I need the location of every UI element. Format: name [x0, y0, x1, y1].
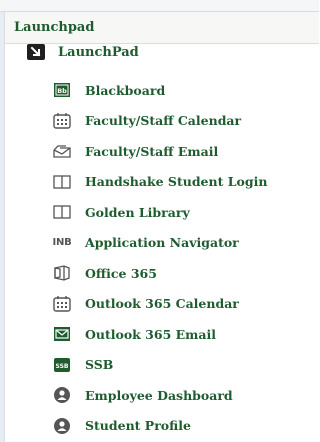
- calendar-icon: [52, 112, 72, 130]
- launchpad-root-link[interactable]: LaunchPad: [26, 40, 139, 64]
- svg-text:Bb: Bb: [57, 87, 67, 95]
- item-label: Employee Dashboard: [85, 387, 233, 403]
- item-label: Handshake Student Login: [85, 174, 268, 190]
- launchpad-item-office-365[interactable]: Office 365: [52, 258, 267, 289]
- office-icon: [52, 264, 72, 282]
- user-circle-icon: [52, 386, 72, 404]
- top-strip: [0, 0, 319, 12]
- launchpad-item-blackboard[interactable]: Bb Blackboard: [52, 75, 267, 106]
- item-label: Faculty/Staff Calendar: [85, 113, 242, 129]
- launchpad-item-outlook-365-email[interactable]: Outlook 365 Email: [52, 319, 267, 350]
- launchpad-item-faculty-staff-email[interactable]: Faculty/Staff Email: [52, 136, 267, 167]
- item-label: Golden Library: [85, 204, 190, 220]
- item-label: Application Navigator: [85, 235, 239, 251]
- ssb-icon: SSB: [52, 356, 72, 374]
- launchpad-root-label: LaunchPad: [58, 44, 139, 60]
- launchpad-item-student-profile[interactable]: Student Profile: [52, 411, 267, 442]
- launchpad-item-golden-library[interactable]: Golden Library: [52, 197, 267, 228]
- item-label: Student Profile: [85, 418, 191, 434]
- calendar-icon: [52, 295, 72, 313]
- item-label: SSB: [85, 357, 114, 373]
- item-label: Outlook 365 Calendar: [85, 296, 239, 312]
- item-label: Office 365: [85, 265, 157, 281]
- launchpad-items: Bb Blackboard Faculty/Staff Calendar Fac…: [52, 75, 267, 441]
- inb-icon: INB: [52, 237, 72, 249]
- launchpad-item-application-navigator[interactable]: INB Application Navigator: [52, 228, 267, 259]
- item-label: Faculty/Staff Email: [85, 143, 219, 159]
- book-icon: [52, 173, 72, 191]
- svg-text:SSB: SSB: [56, 363, 69, 370]
- arrow-box-icon: [26, 43, 46, 61]
- item-label: Blackboard: [85, 82, 166, 98]
- launchpad-item-faculty-staff-calendar[interactable]: Faculty/Staff Calendar: [52, 106, 267, 137]
- blackboard-icon: Bb: [52, 81, 72, 99]
- launchpad-item-ssb[interactable]: SSB SSB: [52, 350, 267, 381]
- launchpad-item-outlook-365-calendar[interactable]: Outlook 365 Calendar: [52, 289, 267, 320]
- book-icon: [52, 203, 72, 221]
- user-circle-icon: [52, 417, 72, 435]
- item-label: Outlook 365 Email: [85, 326, 216, 342]
- email-box-icon: [52, 325, 72, 343]
- launchpad-item-employee-dashboard[interactable]: Employee Dashboard: [52, 380, 267, 411]
- launchpad-item-handshake-student-login[interactable]: Handshake Student Login: [52, 167, 267, 198]
- envelope-open-icon: [52, 142, 72, 160]
